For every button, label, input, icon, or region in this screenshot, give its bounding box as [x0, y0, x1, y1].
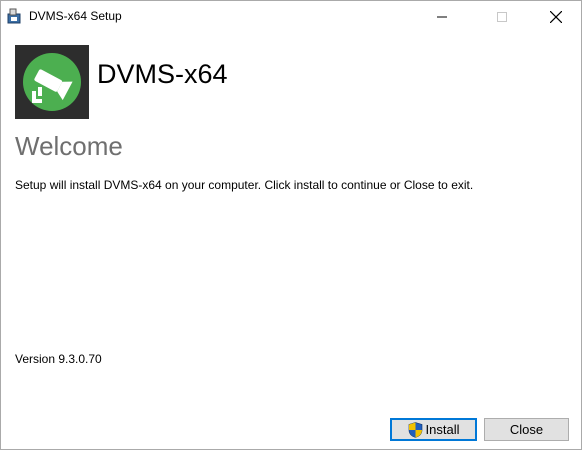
install-button[interactable]: Install	[390, 418, 477, 441]
minimize-button[interactable]	[419, 1, 465, 32]
minimize-icon	[437, 16, 447, 17]
close-button[interactable]: Close	[484, 418, 569, 441]
maximize-button[interactable]	[479, 1, 525, 32]
shield-icon	[408, 421, 422, 438]
camera-icon	[23, 53, 81, 111]
product-logo	[15, 45, 89, 119]
window-title: DVMS-x64 Setup	[29, 9, 122, 23]
installer-icon	[7, 8, 21, 24]
close-button-label: Close	[509, 422, 544, 437]
close-window-button[interactable]	[533, 1, 579, 32]
maximize-icon	[497, 11, 507, 22]
setup-window: DVMS-x64 Setup DVMS-x64 Welcome Setup wi…	[0, 0, 582, 450]
install-button-label: Install	[425, 422, 460, 437]
welcome-heading: Welcome	[15, 131, 123, 161]
version-label: Version 9.3.0.70	[15, 352, 102, 366]
setup-description: Setup will install DVMS-x64 on your comp…	[15, 178, 474, 192]
product-name: DVMS-x64	[97, 59, 228, 89]
title-bar[interactable]: DVMS-x64 Setup	[1, 1, 581, 32]
close-icon	[550, 10, 562, 23]
